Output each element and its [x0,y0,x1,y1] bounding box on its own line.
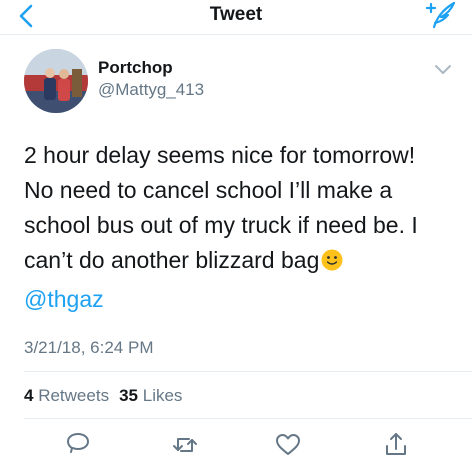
chevron-down-icon [435,65,451,74]
likes-count: 35 [119,386,138,405]
avatar[interactable] [24,49,88,113]
tweet-stats: 4 Retweets 35 Likes [24,386,182,406]
retweet-button[interactable] [170,430,200,460]
page-title: Tweet [209,4,263,25]
slightly-smiling-face-icon [321,249,343,271]
divider [24,418,472,419]
tweet-detail-screen: Tweet Portchop @Mattyg_413 2 hour delay … [0,0,472,475]
retweets-count: 4 [24,386,34,405]
retweets-label: Retweets [38,386,110,405]
tweet-text-line: 2 hour delay seems nice for tomorrow! [24,142,416,168]
compose-tweet-icon [425,1,456,29]
tweet-text-line: school bus out of my truck if need be. I [24,212,418,238]
likes-stat[interactable]: 35 Likes [119,386,182,405]
share-button[interactable] [381,430,411,460]
likes-label: Likes [142,386,183,405]
tweet-text-fragment: can’t do another blizzard bag [24,247,320,273]
like-button[interactable] [273,430,303,460]
tweet-text: 2 hour delay seems nice for tomorrow! No… [24,138,454,278]
more-options-button[interactable] [434,63,452,75]
author-name[interactable]: Portchop [98,58,173,78]
heart-icon [276,434,300,455]
tweet-text-line: No need to cancel school I’ll make a [24,177,393,203]
avatar-photo [24,49,88,113]
mention-link[interactable]: @thgaz [24,286,104,313]
tweet-timestamp: 3/21/18, 6:24 PM [24,338,154,357]
author-handle[interactable]: @Mattyg_413 [98,80,204,100]
share-icon [386,433,406,455]
divider [24,371,472,372]
retweet-icon [173,438,197,452]
retweets-stat[interactable]: 4 Retweets [24,386,109,405]
reply-icon [67,433,89,453]
compose-button[interactable] [424,0,458,30]
action-bar [0,430,472,460]
reply-button[interactable] [63,430,93,460]
nav-bar: Tweet [0,0,472,35]
tweet-text-line-last: can’t do another blizzard bag [24,243,454,278]
